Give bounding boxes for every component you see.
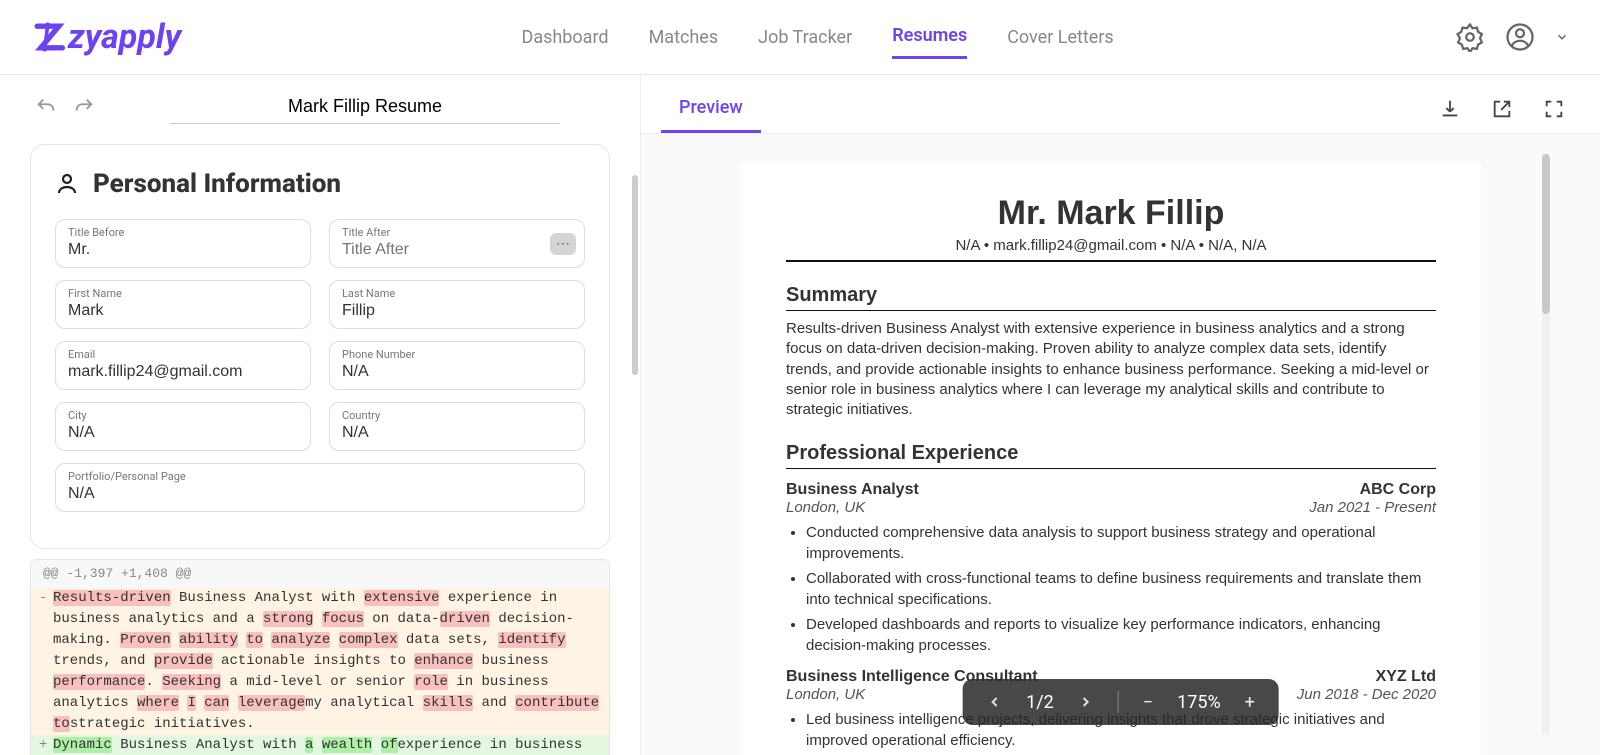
undo-redo-group — [30, 91, 100, 123]
nav-resumes[interactable]: Resumes — [892, 15, 967, 59]
field-label: Portfolio/Personal Page — [68, 470, 572, 483]
undo-button[interactable] — [30, 91, 62, 123]
preview-panel: Preview Mr. Mark Fillip N/A • mark.filli… — [640, 75, 1600, 755]
title-before-field[interactable]: Title Before — [55, 219, 311, 268]
city-input[interactable] — [68, 422, 298, 444]
resume-name: Mr. Mark Fillip — [786, 194, 1436, 233]
job-location: London, UK — [786, 686, 865, 703]
last-name-field[interactable]: Last Name — [329, 280, 585, 329]
doc-header — [30, 90, 610, 124]
field-label: Email — [68, 348, 298, 361]
preview-scrollbar-thumb[interactable] — [1542, 154, 1550, 314]
email-field[interactable]: Email — [55, 341, 311, 390]
brand-text: zyapply — [68, 17, 181, 57]
diff-added-line: + Dynamic Business Analyst with a wealth… — [31, 735, 609, 755]
account-icon[interactable] — [1504, 21, 1536, 53]
nav-dashboard[interactable]: Dashboard — [522, 17, 609, 58]
first-name-input[interactable] — [68, 300, 298, 322]
city-field[interactable]: City — [55, 402, 311, 451]
field-label: Phone Number — [342, 348, 572, 361]
card-heading: Personal Information — [55, 169, 585, 199]
nav-cover-letters[interactable]: Cover Letters — [1007, 17, 1114, 58]
field-label: Country — [342, 409, 572, 422]
phone-field[interactable]: Phone Number — [329, 341, 585, 390]
field-label: Title Before — [68, 226, 298, 239]
field-label: Title After — [342, 226, 572, 239]
field-label: Last Name — [342, 287, 572, 300]
title-after-field[interactable]: Title After ⋯ — [329, 219, 585, 268]
country-field[interactable]: Country — [329, 402, 585, 451]
open-external-icon[interactable] — [1486, 93, 1518, 125]
email-input[interactable] — [68, 361, 298, 383]
fullscreen-icon[interactable] — [1538, 93, 1570, 125]
left-scrollbar[interactable] — [632, 175, 638, 375]
settings-icon[interactable] — [1454, 21, 1486, 53]
document-title-input[interactable] — [170, 90, 560, 124]
logo-icon — [30, 19, 66, 55]
editor-panel: Personal Information Title Before Title … — [0, 75, 640, 755]
title-after-input[interactable] — [342, 239, 572, 261]
diff-hunk-header: @@ -1,397 +1,408 @@ — [31, 560, 609, 588]
preview-header: Preview — [641, 75, 1600, 134]
job-header: Business Analyst ABC Corp — [786, 481, 1436, 499]
field-more-icon[interactable]: ⋯ — [550, 233, 576, 255]
prev-page-icon[interactable] — [986, 694, 1002, 710]
separator — [1118, 691, 1119, 713]
bullet: Conducted comprehensive data analysis to… — [806, 522, 1436, 564]
main-content: Personal Information Title Before Title … — [0, 75, 1600, 755]
field-label: City — [68, 409, 298, 422]
job-company: ABC Corp — [1360, 481, 1436, 499]
diff-removed-line: - Results-driven Business Analyst with e… — [31, 588, 609, 735]
card-heading-text: Personal Information — [93, 169, 341, 199]
job-title: Business Analyst — [786, 481, 919, 499]
summary-heading: Summary — [786, 284, 1436, 311]
last-name-input[interactable] — [342, 300, 572, 322]
nav-matches[interactable]: Matches — [649, 17, 719, 58]
job-location: London, UK — [786, 499, 865, 516]
preview-body: Mr. Mark Fillip N/A • mark.fillip24@gmai… — [641, 134, 1600, 755]
diff-panel: @@ -1,397 +1,408 @@ - Results-driven Bus… — [30, 559, 610, 755]
preview-actions — [1434, 93, 1570, 125]
zoom-in-icon[interactable]: + — [1245, 692, 1255, 713]
job-dates: Jun 2018 - Dec 2020 — [1297, 686, 1436, 703]
personal-info-card: Personal Information Title Before Title … — [30, 144, 610, 549]
resume-document: Mr. Mark Fillip N/A • mark.fillip24@gmai… — [741, 164, 1481, 755]
title-before-input[interactable] — [68, 239, 298, 261]
bullet: Developed dashboards and reports to visu… — [806, 614, 1436, 656]
viewer-controls: 1/2 − 175% + — [962, 679, 1279, 725]
resume-contact: N/A • mark.fillip24@gmail.com • N/A • N/… — [786, 237, 1436, 254]
main-nav: Dashboard Matches Job Tracker Resumes Co… — [522, 15, 1114, 59]
experience-heading: Professional Experience — [786, 442, 1436, 469]
preview-scrollbar-track[interactable] — [1542, 154, 1550, 735]
header-actions — [1454, 21, 1570, 53]
zoom-out-icon[interactable]: − — [1143, 692, 1153, 713]
portfolio-input[interactable] — [68, 483, 572, 505]
tab-preview[interactable]: Preview — [661, 85, 761, 133]
job-subheader: London, UK Jan 2021 - Present — [786, 499, 1436, 516]
download-icon[interactable] — [1434, 93, 1466, 125]
page-indicator: 1/2 — [1026, 692, 1054, 713]
zoom-indicator: 175% — [1177, 692, 1221, 713]
nav-job-tracker[interactable]: Job Tracker — [758, 17, 852, 58]
portfolio-field[interactable]: Portfolio/Personal Page — [55, 463, 585, 512]
country-input[interactable] — [342, 422, 572, 444]
first-name-field[interactable]: First Name — [55, 280, 311, 329]
app-header: zyapply Dashboard Matches Job Tracker Re… — [0, 0, 1600, 75]
person-icon — [55, 172, 79, 196]
resume-divider — [786, 260, 1436, 262]
brand-logo[interactable]: zyapply — [30, 17, 181, 57]
redo-button[interactable] — [68, 91, 100, 123]
summary-text: Results-driven Business Analyst with ext… — [786, 319, 1436, 420]
field-label: First Name — [68, 287, 298, 300]
phone-input[interactable] — [342, 361, 572, 383]
job-dates: Jan 2021 - Present — [1309, 499, 1436, 516]
bullet: Collaborated with cross-functional teams… — [806, 568, 1436, 610]
job-company: XYZ Ltd — [1376, 668, 1436, 686]
account-dropdown-icon[interactable] — [1554, 21, 1570, 53]
next-page-icon[interactable] — [1078, 694, 1094, 710]
job-bullets: Conducted comprehensive data analysis to… — [806, 522, 1436, 656]
